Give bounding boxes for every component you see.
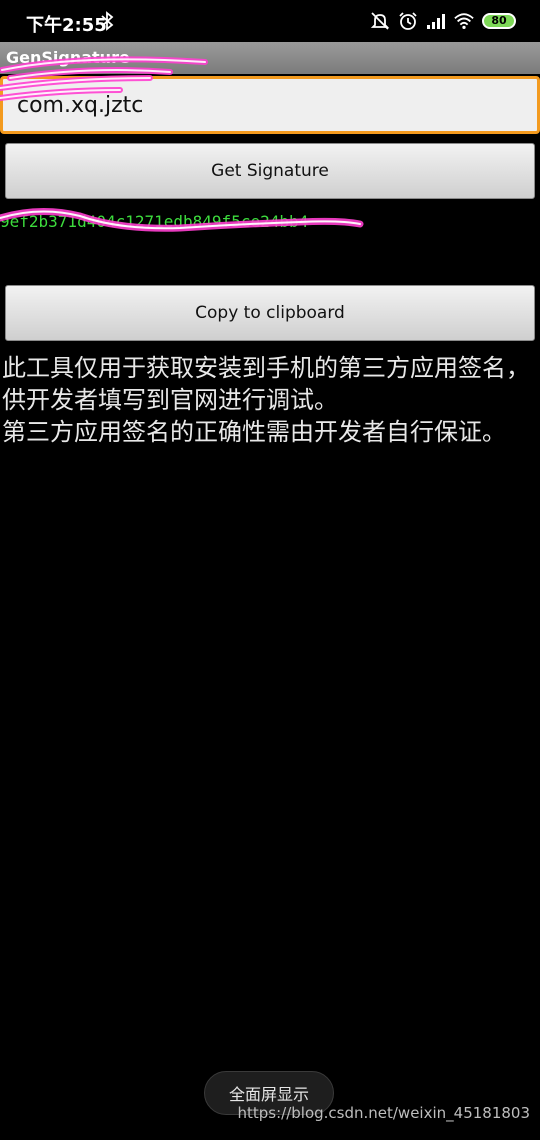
battery-level: 80: [491, 14, 507, 27]
status-bar: 下午2:55 80: [0, 0, 540, 42]
title-bar: GenSignature: [0, 42, 540, 74]
alarm-icon: [399, 12, 417, 30]
get-signature-button[interactable]: Get Signature: [5, 143, 535, 199]
wifi-icon: [454, 13, 474, 29]
watermark-url: https://blog.csdn.net/weixin_45181803: [237, 1104, 530, 1122]
description-text: 此工具仅用于获取安装到手机的第三方应用签名，供开发者填写到官网进行调试。 第三方…: [2, 352, 532, 448]
copy-to-clipboard-label: Copy to clipboard: [195, 303, 345, 323]
mute-icon: [370, 12, 390, 30]
signature-result: 9ef2b371d404c1271edb849f5ce24bb4: [0, 212, 309, 231]
status-time: 下午2:55: [26, 15, 107, 36]
description-line-1: 此工具仅用于获取安装到手机的第三方应用签名，供开发者填写到官网进行调试。: [2, 354, 530, 414]
bluetooth-icon: [101, 11, 114, 31]
signal-icon: [427, 14, 445, 29]
package-name-input[interactable]: [0, 76, 540, 134]
copy-to-clipboard-button[interactable]: Copy to clipboard: [5, 285, 535, 341]
app-title: GenSignature: [6, 48, 130, 67]
toast-text: 全面屏显示: [228, 1085, 309, 1104]
description-line-2: 第三方应用签名的正确性需由开发者自行保证。: [2, 418, 506, 446]
status-icons: 80: [370, 10, 516, 32]
get-signature-label: Get Signature: [211, 161, 329, 181]
battery-icon: 80: [482, 13, 516, 29]
